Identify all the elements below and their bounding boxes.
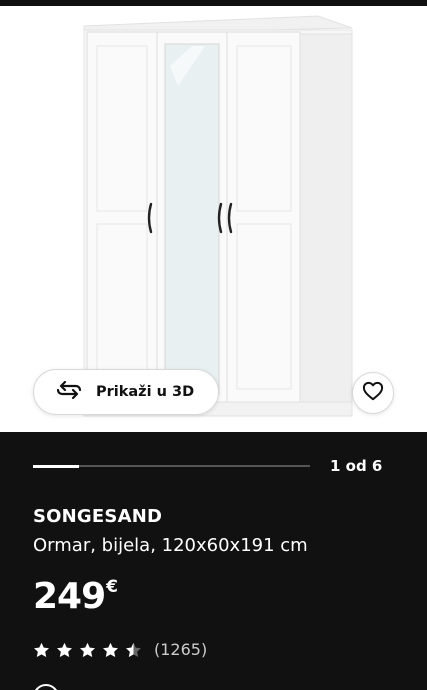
product-name: SONGESAND xyxy=(33,506,163,527)
star-icon xyxy=(126,642,141,657)
star-icon xyxy=(103,642,118,657)
product-price: 249€ xyxy=(33,576,118,617)
star-icon xyxy=(80,642,95,657)
product-info-panel: 1 od 6 SONGESAND Ormar, bijela, 120x60x1… xyxy=(0,432,427,690)
rotate-3d-icon xyxy=(56,380,82,403)
product-image[interactable]: Prikaži u 3D xyxy=(0,6,427,432)
view-3d-button[interactable]: Prikaži u 3D xyxy=(33,369,219,415)
info-icon xyxy=(33,684,59,690)
carousel-progress-fill xyxy=(33,464,80,468)
review-count: (1265) xyxy=(154,640,208,659)
view-3d-label: Prikaži u 3D xyxy=(96,384,195,400)
product-description: Ormar, bijela, 120x60x191 cm xyxy=(33,535,308,556)
price-amount: 249 xyxy=(33,576,106,617)
star-icon xyxy=(34,642,49,657)
carousel-progress xyxy=(33,464,310,468)
rating-stars xyxy=(33,642,142,658)
carousel-counter: 1 od 6 xyxy=(330,457,383,475)
product-rating[interactable]: (1265) xyxy=(33,640,207,659)
price-currency: € xyxy=(106,577,118,597)
star-icon xyxy=(57,642,72,657)
heart-outline-icon xyxy=(362,381,384,405)
favourite-button[interactable] xyxy=(352,372,394,414)
